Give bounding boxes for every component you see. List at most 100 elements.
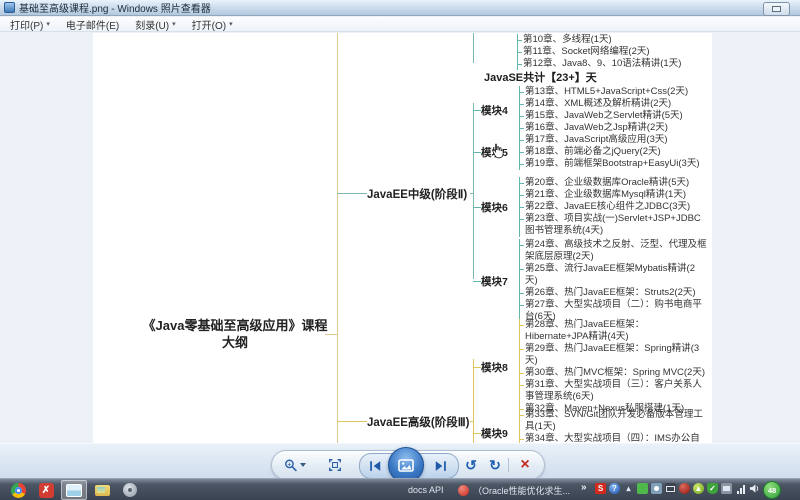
chapter-item: 第17章、JavaScript高级应用(3天) [520,134,707,146]
viewer-background: 《Java零基础至高级应用》课程大纲 JavaEE中级(阶段Ⅱ) JavaEE高… [0,33,800,443]
speed-ball[interactable]: 48 [763,481,781,499]
viewer-bottom-bar: + ↺ ↻ × [0,443,800,483]
taskbar-window-oracle[interactable]: （Oracle性能优化求生... [452,481,576,499]
chapter-item: 第13章、HTML5+JavaScript+Css(2天) [520,86,707,98]
taskbar-window-label: （Oracle性能优化求生... [473,485,571,496]
previous-button[interactable] [364,456,386,476]
media-player-icon [123,483,137,497]
mindmap-root-topic: 《Java零基础至高级应用》课程大纲 [142,318,328,350]
taskbar-window-label: docs API [408,485,444,495]
fit-to-window-icon [329,459,341,471]
system-tray: S ? ▴ ▲ ✓ [595,483,760,494]
pictures-folder-icon [94,484,110,496]
chapter-item: 第12章、Java8、9、10语法精讲(1天) [518,58,707,70]
chapter-item: 第20章、企业级数据库Oracle精讲(5天) [520,177,707,189]
next-button[interactable] [430,456,452,476]
rotate-cw-button[interactable]: ↻ [484,455,506,475]
module-group: 模块6 第20章、企业级数据库Oracle精讲(5天) 第21章、企业级数据库Mys… [473,177,707,237]
branch-spine-mid [473,103,474,279]
javase-summary-node: JavaSE共计【23+】天 [484,72,597,84]
branch-spine-adv [473,359,474,443]
photo-viewer-app-icon [4,2,15,13]
chapter-item: 第15章、JavaWeb之Servlet精讲(5天) [520,110,707,122]
zoom-button[interactable]: + [284,455,306,475]
chapter-item: 第24章、高级技术之反射、泛型、代理及框架底层原理(2天) [520,239,707,262]
sogou-s-icon[interactable]: S [595,483,606,494]
slideshow-icon [398,458,414,472]
chapter-item: 第16章、JavaWeb之Jsp精讲(2天) [520,122,707,134]
chapter-item: 第33章、SVN/Git团队开发必备版本管理工具(1天) [520,409,707,433]
javase-spine [473,33,474,63]
module-group: 模块7 第24章、高级技术之反射、泛型、代理及框架底层原理(2天) 第25章、流行J… [473,239,707,323]
taskbar-photo-viewer-active[interactable] [61,480,87,500]
chapter-item: 第21章、企业级数据库Mysql精讲(1天) [520,189,707,201]
caret-up-icon[interactable]: ▴ [623,483,634,494]
module-group: 模块4 第13章、HTML5+JavaScript+Css(2天) 第14章、XML… [473,86,707,134]
next-icon [435,461,446,471]
chapter-item: 第23章、项目实战(一)Servlet+JSP+JDBC图书管理系统(4天) [520,213,707,237]
branch-connector-mid [337,193,367,194]
volume-speaker-icon[interactable] [749,483,760,494]
module-label: 模块6 [473,200,519,215]
minimize-button[interactable] [763,2,790,16]
module-group: 模块9 第33章、SVN/Git团队开发必备版本管理工具(1天) 第34章、大型实战… [473,409,707,443]
cloud-app-icon[interactable] [651,483,662,494]
module-label: 模块4 [473,103,519,118]
menu-print[interactable]: 打印(P) ▾ [10,17,50,32]
window-title: 基础至高级课程.png - Windows 照片查看器 [19,4,211,15]
branch-connector-adv [337,421,367,422]
security-shield-icon[interactable]: ✓ [707,483,718,494]
pc-monitor-icon[interactable] [721,483,732,494]
ime-keyboard-icon[interactable] [665,483,676,494]
previous-icon [370,461,381,471]
menu-email[interactable]: 电子邮件(E) [66,17,119,32]
magnifier-icon: + [285,459,297,471]
chapter-item: 第29章、热门JavaEE框架：Spring精讲(3天) [520,343,707,367]
window-titlebar[interactable]: 基础至高级课程.png - Windows 照片查看器 [0,0,800,16]
taskbar-pictures-folder[interactable] [89,480,115,500]
red-app-icon [458,484,469,496]
photo-viewer-icon [66,483,82,497]
module-label: 模块9 [473,426,519,441]
chapter-item: 第25章、流行JavaEE框架Mybatis精讲(2天) [520,263,707,287]
chevron-down-icon: ▾ [229,21,233,28]
update-arrow-icon[interactable]: ▲ [693,483,704,494]
chapter-item: 第14章、XML概述及解析精讲(2天) [520,98,707,110]
chapter-item: 第26章、热门JavaEE框架：Struts2(2天) [520,287,707,299]
chapter-item: 第11章、Socket网络编程(2天) [518,46,707,58]
module-group: 模块8 第28章、热门JavaEE框架：Hibernate+JPA精讲(4天) 第2… [473,319,707,415]
tray-overflow-chevron[interactable]: » [581,482,587,493]
fit-to-window-button[interactable] [324,455,346,475]
taskbar-media-player[interactable] [117,480,143,500]
taskbar-chrome[interactable] [5,480,31,500]
branch-label-javaee-mid: JavaEE中级(阶段Ⅱ) [367,189,468,201]
top-chapter-cluster: 第10章、多线程(1天) 第11章、Socket网络编程(2天) 第12章、Java… [517,34,707,70]
menu-burn[interactable]: 刻录(U) ▾ [135,17,175,32]
mouse-cursor-hand [492,143,504,159]
network-signal-icon[interactable] [735,483,746,494]
menu-bar: 打印(P) ▾ 电子邮件(E) 刻录(U) ▾ 打开(O) ▾ [0,17,800,32]
chevron-down-icon [300,463,306,467]
module-label: 模块8 [473,360,519,375]
taskbar-window-docs-api[interactable]: docs API [402,481,450,499]
rotate-ccw-icon: ↺ [465,456,477,473]
taskbar-xmind[interactable]: ✗ [33,480,59,500]
chevron-down-icon: ▾ [46,21,50,28]
delete-icon: × [520,456,530,473]
chapter-item: 第10章、多线程(1天) [518,34,707,46]
rotate-ccw-button[interactable]: ↺ [460,455,482,475]
module-label: 模块7 [473,274,519,289]
rotate-cw-icon: ↻ [489,456,501,473]
module-group: 模块5第17章、JavaScript高级应用(3天)第18章、前端必备之jQue… [473,134,707,170]
green-app-icon[interactable] [637,483,648,494]
chrome-icon [10,482,26,498]
delete-button[interactable]: × [514,455,536,475]
photo-image: 《Java零基础至高级应用》课程大纲 JavaEE中级(阶段Ⅱ) JavaEE高… [93,33,712,443]
photo-toolbar: + ↺ ↻ × [271,447,545,483]
svg-text:+: + [288,461,292,468]
chapter-item: 第28章、热门JavaEE框架：Hibernate+JPA精讲(4天) [520,319,707,343]
menu-open[interactable]: 打开(O) ▾ [192,17,233,32]
chapter-item: 第34章、大型实战项目（四）：IMS办公自动化平台(6天) [520,433,707,443]
red-sphere-icon[interactable] [679,483,690,494]
help-question-icon[interactable]: ? [609,483,620,494]
